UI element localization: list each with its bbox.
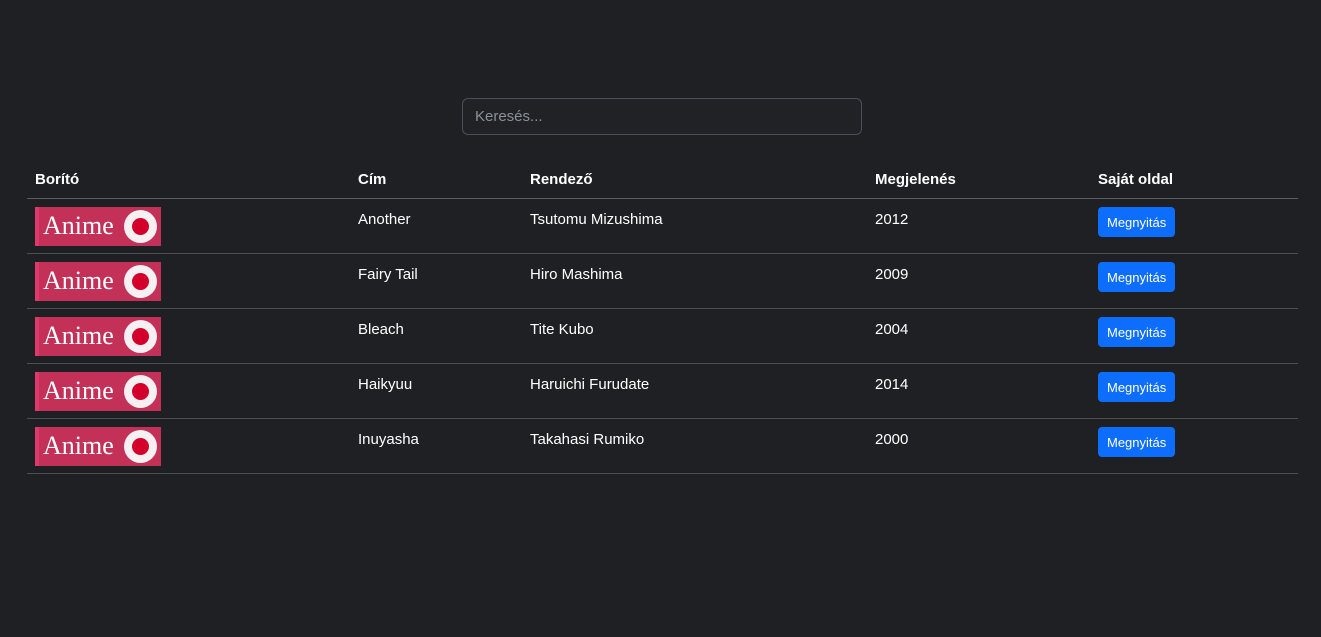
- director-cell: Haruichi Furudate: [522, 363, 867, 419]
- year-cell: 2012: [867, 198, 1090, 254]
- cover-image: Anime: [35, 372, 161, 411]
- title-cell: Inuyasha: [350, 418, 522, 474]
- page: Borító Cím Rendező Megjelenés Saját olda…: [0, 0, 1321, 637]
- open-button[interactable]: Megnyitás: [1098, 317, 1176, 347]
- cover-cell: Anime: [27, 198, 350, 254]
- table-row: Anime Haikyuu Haruichi Furudate 2014 Meg…: [27, 363, 1298, 419]
- cover-logo-dot-icon: [124, 210, 157, 243]
- action-cell: Megnyitás: [1090, 253, 1298, 309]
- table-row: Anime Another Tsutomu Mizushima 2012 Meg…: [27, 198, 1298, 254]
- year-cell: 2014: [867, 363, 1090, 419]
- title-cell: Haikyuu: [350, 363, 522, 419]
- open-button[interactable]: Megnyitás: [1098, 262, 1176, 292]
- cover-logo-text: Anime: [43, 211, 114, 240]
- action-cell: Megnyitás: [1090, 363, 1298, 419]
- header-own-page: Saját oldal: [1090, 160, 1298, 199]
- year-cell: 2009: [867, 253, 1090, 309]
- cover-image: Anime: [35, 207, 161, 246]
- director-cell: Tsutomu Mizushima: [522, 198, 867, 254]
- action-cell: Megnyitás: [1090, 308, 1298, 364]
- year-cell: 2000: [867, 418, 1090, 474]
- table-row: Anime Fairy Tail Hiro Mashima 2009 Megny…: [27, 253, 1298, 309]
- cover-logo-dot-icon: [124, 375, 157, 408]
- director-cell: Takahasi Rumiko: [522, 418, 867, 474]
- cover-image: Anime: [35, 262, 161, 301]
- cover-logo-text: Anime: [43, 431, 114, 460]
- search-container: [462, 98, 862, 135]
- open-button[interactable]: Megnyitás: [1098, 427, 1176, 457]
- cover-logo-text: Anime: [43, 321, 114, 350]
- cover-logo-dot-icon: [124, 320, 157, 353]
- cover-cell: Anime: [27, 308, 350, 364]
- header-title: Cím: [350, 160, 522, 199]
- header-release: Megjelenés: [867, 160, 1090, 199]
- director-cell: Hiro Mashima: [522, 253, 867, 309]
- open-button[interactable]: Megnyitás: [1098, 207, 1176, 237]
- cover-logo-text: Anime: [43, 376, 114, 405]
- table-row: Anime Bleach Tite Kubo 2004 Megnyitás: [27, 308, 1298, 364]
- cover-cell: Anime: [27, 363, 350, 419]
- action-cell: Megnyitás: [1090, 418, 1298, 474]
- header-cover: Borító: [27, 160, 350, 199]
- cover-image: Anime: [35, 427, 161, 466]
- cover-cell: Anime: [27, 418, 350, 474]
- action-cell: Megnyitás: [1090, 198, 1298, 254]
- table-header-row: Borító Cím Rendező Megjelenés Saját olda…: [27, 160, 1298, 199]
- title-cell: Fairy Tail: [350, 253, 522, 309]
- director-cell: Tite Kubo: [522, 308, 867, 364]
- cover-cell: Anime: [27, 253, 350, 309]
- cover-logo-dot-icon: [124, 265, 157, 298]
- cover-image: Anime: [35, 317, 161, 356]
- title-cell: Another: [350, 198, 522, 254]
- search-input[interactable]: [462, 98, 862, 135]
- header-director: Rendező: [522, 160, 867, 199]
- title-cell: Bleach: [350, 308, 522, 364]
- year-cell: 2004: [867, 308, 1090, 364]
- cover-logo-dot-icon: [124, 430, 157, 463]
- open-button[interactable]: Megnyitás: [1098, 372, 1176, 402]
- anime-table: Borító Cím Rendező Megjelenés Saját olda…: [27, 160, 1298, 474]
- table-row: Anime Inuyasha Takahasi Rumiko 2000 Megn…: [27, 418, 1298, 474]
- cover-logo-text: Anime: [43, 266, 114, 295]
